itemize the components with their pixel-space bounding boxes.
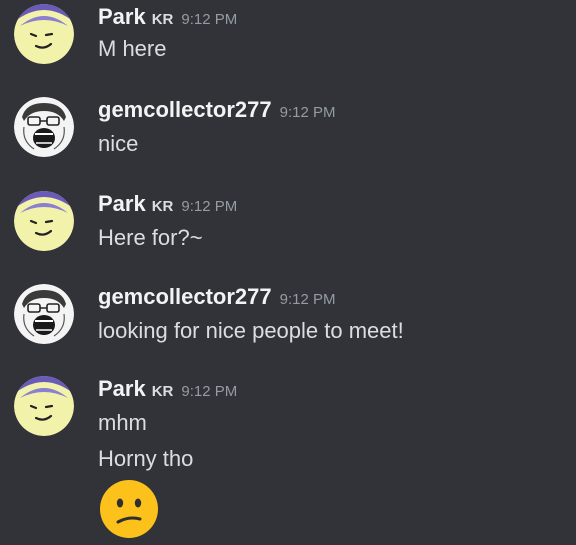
- user-tag: KR: [151, 198, 174, 215]
- screaming-face-avatar-icon: [14, 284, 74, 344]
- message-text: looking for nice people to meet!: [98, 318, 404, 343]
- confused-face-emoji-icon: [100, 480, 158, 538]
- message-header: gemcollector277 9:12 PM: [98, 284, 336, 310]
- avatar-park[interactable]: [14, 4, 74, 64]
- user-tag: KR: [151, 11, 174, 28]
- message-text: mhm: [98, 410, 147, 435]
- message-text: M here: [98, 36, 167, 61]
- username[interactable]: Park: [98, 191, 146, 216]
- user-tag: KR: [151, 383, 174, 400]
- timestamp[interactable]: 9:12 PM: [280, 291, 336, 308]
- message-text: Horny tho: [98, 446, 194, 471]
- message-text: Here for?~: [98, 225, 203, 250]
- avatar-park[interactable]: [14, 191, 74, 251]
- message-header: Park KR 9:12 PM: [98, 376, 237, 402]
- avatar-gemcollector277[interactable]: [14, 97, 74, 157]
- screaming-face-avatar-icon: [14, 97, 74, 157]
- chat-message-list: Park KR 9:12 PM M here gemcollector277 9:12…: [0, 0, 576, 545]
- timestamp[interactable]: 9:12 PM: [280, 104, 336, 121]
- timestamp[interactable]: 9:12 PM: [181, 383, 237, 400]
- smiley-avatar-icon: [14, 4, 74, 64]
- timestamp[interactable]: 9:12 PM: [181, 11, 237, 28]
- timestamp[interactable]: 9:12 PM: [181, 198, 237, 215]
- username[interactable]: gemcollector277: [98, 284, 272, 309]
- message-header: Park KR 9:12 PM: [98, 191, 237, 217]
- avatar-park[interactable]: [14, 376, 74, 436]
- username[interactable]: Park: [98, 4, 146, 29]
- confused-face-emoji[interactable]: [98, 478, 160, 540]
- username[interactable]: gemcollector277: [98, 97, 272, 122]
- smiley-avatar-icon: [14, 376, 74, 436]
- avatar-gemcollector277[interactable]: [14, 284, 74, 344]
- message-text: nice: [98, 131, 139, 156]
- message-header: Park KR 9:12 PM: [98, 4, 237, 30]
- message-header: gemcollector277 9:12 PM: [98, 97, 336, 123]
- smiley-avatar-icon: [14, 191, 74, 251]
- username[interactable]: Park: [98, 376, 146, 401]
